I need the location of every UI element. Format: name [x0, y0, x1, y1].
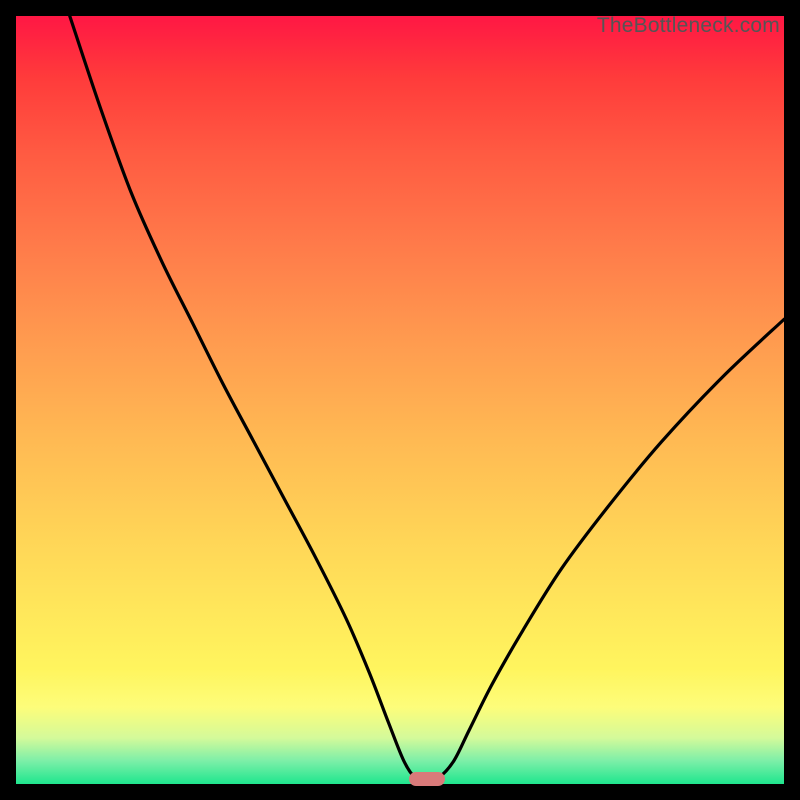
- optimal-marker: [409, 772, 445, 786]
- bottleneck-curve: [70, 16, 784, 780]
- curve-svg: [16, 16, 784, 784]
- chart-frame: TheBottleneck.com: [0, 0, 800, 800]
- plot-area: TheBottleneck.com: [16, 16, 784, 784]
